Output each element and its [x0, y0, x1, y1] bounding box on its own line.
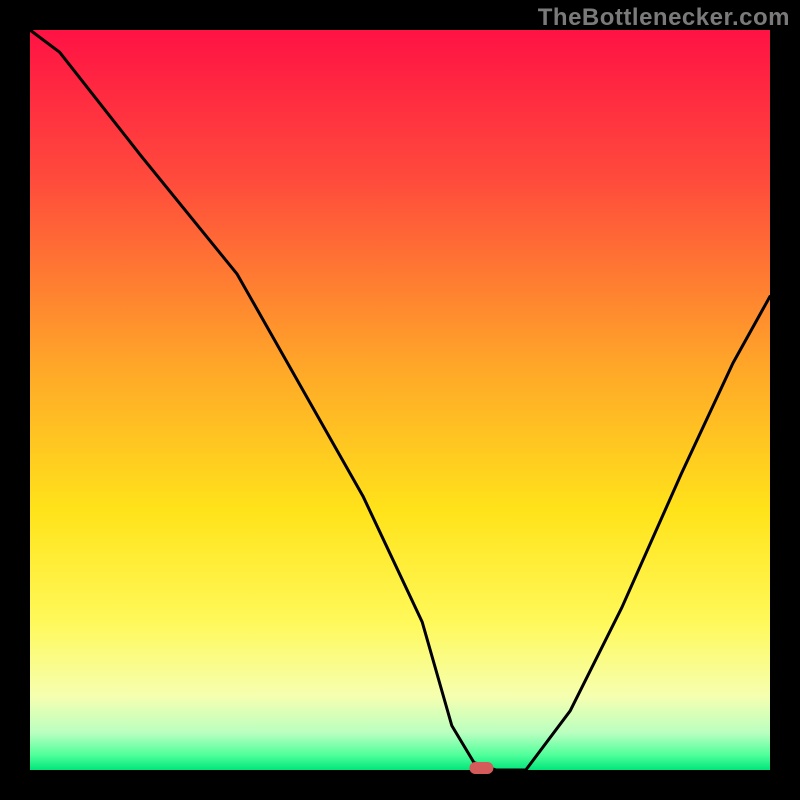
bottleneck-chart [0, 0, 800, 800]
chart-container: TheBottlenecker.com [0, 0, 800, 800]
watermark-text: TheBottlenecker.com [538, 4, 790, 32]
plot-background [30, 30, 770, 770]
optimal-marker [469, 762, 493, 774]
